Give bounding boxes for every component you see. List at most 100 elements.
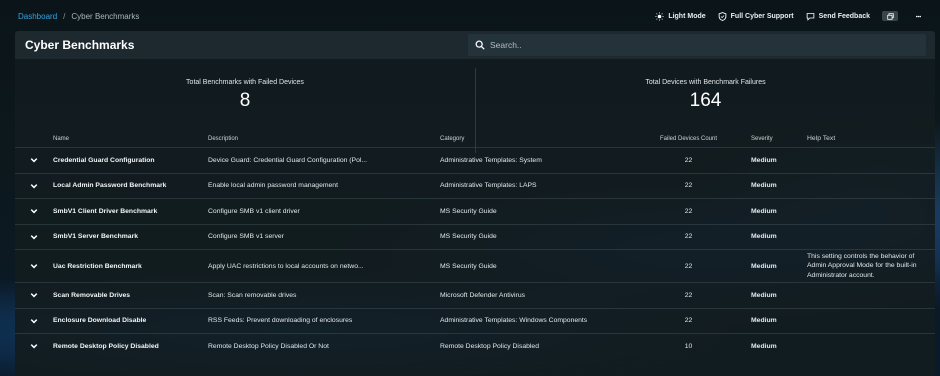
search-input[interactable] xyxy=(490,40,910,50)
column-header-failed-count[interactable]: Failed Devices Count xyxy=(630,136,747,142)
sun-icon xyxy=(655,11,664,21)
benchmark-name: SmbV1 Client Driver Benchmark xyxy=(53,207,158,215)
failed-devices-count: 10 xyxy=(684,342,693,350)
breadcrumb: Dashboard / Cyber Benchmarks xyxy=(18,12,139,21)
failed-devices-count: 22 xyxy=(684,182,693,190)
column-header-severity[interactable]: Severity xyxy=(747,136,807,142)
table-row[interactable]: SmbV1 Server Benchmark Configure SMB v1 s… xyxy=(15,223,935,250)
failed-devices-count: 22 xyxy=(684,156,693,164)
full-cyber-support-button[interactable]: Full Cyber Support xyxy=(718,11,794,21)
page-title: Cyber Benchmarks xyxy=(25,38,135,52)
benchmark-name: Enclosure Download Disable xyxy=(53,317,147,325)
shield-icon xyxy=(718,11,726,21)
table-row[interactable]: Remote Desktop Policy Disabled Remote Des… xyxy=(15,333,935,359)
more-options-button[interactable] xyxy=(910,11,926,21)
expand-button[interactable] xyxy=(15,262,53,270)
expand-button[interactable] xyxy=(15,156,53,164)
breadcrumb-current: Cyber Benchmarks xyxy=(71,11,140,21)
benchmarks-panel: Cyber Benchmarks Total Benchmarks with F… xyxy=(15,31,935,376)
benchmark-description: Scan: Scan removable drives xyxy=(208,291,297,299)
chevron-down-icon xyxy=(30,209,38,214)
benchmark-category: MS Security Guide xyxy=(440,233,497,241)
chevron-down-icon xyxy=(30,183,38,189)
benchmark-category: Administrative Templates: LAPS xyxy=(440,182,537,190)
severity-value: Medium xyxy=(751,317,777,325)
light-mode-button[interactable]: Light Mode xyxy=(655,11,706,21)
breadcrumb-dashboard-link[interactable]: Dashboard xyxy=(18,12,57,21)
chevron-down-icon xyxy=(30,293,38,298)
table-body: Credential Guard Configuration Device Gua… xyxy=(15,147,935,359)
send-feedback-label: Send Feedback xyxy=(818,12,870,20)
full-cyber-support-label: Full Cyber Support xyxy=(730,12,794,20)
table-row[interactable]: Local Admin Password Benchmark Enable loc… xyxy=(15,172,935,199)
table-row[interactable]: SmbV1 Client Driver Benchmark Configure S… xyxy=(15,198,935,224)
benchmark-name: Uac Restriction Benchmark xyxy=(53,262,142,270)
copy-icon xyxy=(886,12,894,20)
benchmark-description: Configure SMB v1 client driver xyxy=(208,207,300,215)
expand-button[interactable] xyxy=(15,317,53,325)
chevron-down-icon xyxy=(30,318,38,324)
search-icon xyxy=(475,40,485,50)
benchmarks-table: Name Description Category Failed Devices… xyxy=(15,131,935,359)
benchmark-name: Scan Removable Drives xyxy=(53,291,131,299)
top-bar: Dashboard / Cyber Benchmarks Light Mode … xyxy=(0,0,940,32)
failed-devices-count: 22 xyxy=(684,291,693,299)
benchmark-description: Device Guard: Credential Guard Configura… xyxy=(208,156,368,164)
column-header-description[interactable]: Description xyxy=(208,136,440,142)
top-actions: Light Mode Full Cyber Support Send Feedb… xyxy=(655,11,926,21)
stat-label: Total Devices with Benchmark Failures xyxy=(645,79,766,86)
benchmark-category: Microsoft Defender Antivirus xyxy=(440,291,525,299)
chat-icon xyxy=(806,12,814,21)
expand-button[interactable] xyxy=(15,233,53,241)
benchmark-name: SmbV1 Server Benchmark xyxy=(53,233,139,241)
benchmark-name: Local Admin Password Benchmark xyxy=(53,182,167,190)
column-header-name[interactable]: Name xyxy=(53,136,208,142)
chevron-down-icon xyxy=(30,344,38,349)
severity-value: Medium xyxy=(751,182,777,190)
severity-value: Medium xyxy=(751,291,777,299)
table-row[interactable]: Uac Restriction Benchmark Apply UAC restr… xyxy=(15,249,935,282)
failed-devices-count: 22 xyxy=(684,262,693,270)
benchmark-category: MS Security Guide xyxy=(440,262,497,270)
breadcrumb-separator: / xyxy=(63,11,66,21)
light-mode-label: Light Mode xyxy=(668,12,706,20)
help-text: This setting controls the behavior of Ad… xyxy=(807,252,917,279)
chevron-down-icon xyxy=(30,234,38,240)
benchmark-category: Administrative Templates: Windows Compon… xyxy=(440,317,588,325)
stat-value: 8 xyxy=(239,90,251,111)
screen-toggle-button[interactable] xyxy=(882,11,898,21)
benchmark-description: Apply UAC restrictions to local accounts… xyxy=(208,262,364,270)
stat-value: 164 xyxy=(689,90,722,111)
failed-devices-count: 22 xyxy=(684,207,693,215)
expand-button[interactable] xyxy=(15,207,53,215)
benchmark-name: Remote Desktop Policy Disabled xyxy=(53,342,159,350)
search-box[interactable] xyxy=(468,34,926,56)
benchmark-description: Enable local admin password management xyxy=(208,182,338,190)
stat-label: Total Benchmarks with Failed Devices xyxy=(186,79,304,86)
column-header-help-text[interactable]: Help Text xyxy=(807,134,935,144)
table-row[interactable]: Credential Guard Configuration Device Gua… xyxy=(15,147,935,173)
expand-button[interactable] xyxy=(15,291,53,299)
panel-header: Cyber Benchmarks xyxy=(15,31,935,59)
severity-value: Medium xyxy=(751,156,777,164)
expand-button[interactable] xyxy=(15,342,53,350)
expand-button[interactable] xyxy=(15,182,53,190)
table-row[interactable]: Scan Removable Drives Scan: Scan removabl… xyxy=(15,282,935,308)
send-feedback-button[interactable]: Send Feedback xyxy=(806,12,870,21)
more-icon xyxy=(915,15,921,17)
severity-value: Medium xyxy=(751,342,777,350)
table-row[interactable]: Enclosure Download Disable RSS Feeds: Pre… xyxy=(15,307,935,334)
chevron-down-icon xyxy=(30,158,38,163)
benchmark-description: Remote Desktop Policy Disabled Or Not xyxy=(208,342,329,350)
chevron-down-icon xyxy=(30,264,38,269)
benchmark-description: Configure SMB v1 server xyxy=(208,233,284,241)
benchmark-category: Remote Desktop Policy Disabled xyxy=(440,342,539,350)
benchmark-description: RSS Feeds: Prevent downloading of enclos… xyxy=(208,317,353,325)
failed-devices-count: 22 xyxy=(684,317,693,325)
benchmark-category: Administrative Templates: System xyxy=(440,156,542,164)
failed-devices-count: 22 xyxy=(684,233,693,241)
severity-value: Medium xyxy=(751,262,777,270)
table-header: Name Description Category Failed Devices… xyxy=(15,131,935,147)
benchmark-category: MS Security Guide xyxy=(440,207,497,215)
column-header-category[interactable]: Category xyxy=(440,136,630,142)
